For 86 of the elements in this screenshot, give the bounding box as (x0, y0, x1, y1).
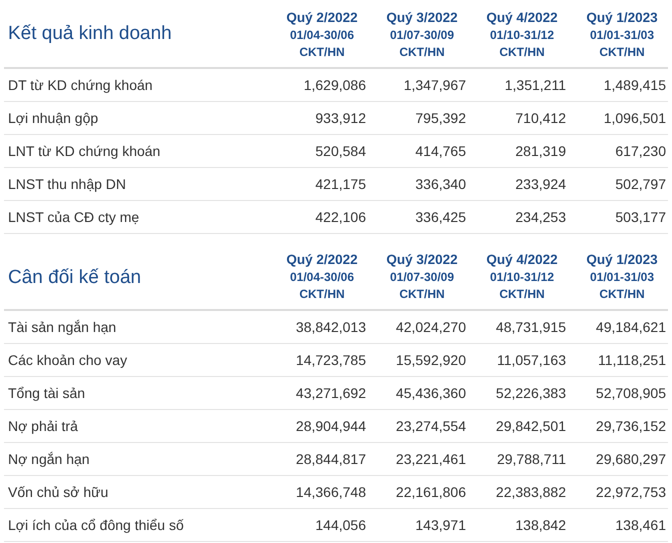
table-cell: 520,584 (268, 135, 368, 168)
table-cell: 52,708,905 (568, 377, 668, 410)
report-basis: CKT/HN (399, 286, 445, 303)
row-label: LNT từ KD chứng khoán (4, 135, 268, 168)
table-cell: 29,842,501 (468, 410, 568, 443)
table-cell: 22,161,806 (368, 476, 468, 509)
row-label: Các khoản cho vay (4, 344, 268, 377)
column-header: Quý 3/2022 (386, 251, 458, 269)
table-cell: 336,425 (368, 201, 468, 234)
report-basis: CKT/HN (399, 44, 445, 61)
table-cell: 48,731,915 (468, 311, 568, 344)
report-basis: CKT/HN (499, 286, 545, 303)
table-cell: 233,924 (468, 168, 568, 201)
row-label: LNST của CĐ cty mẹ (4, 201, 268, 234)
row-label: Tài sản ngắn hạn (4, 311, 268, 344)
table-cell: 422,106 (268, 201, 368, 234)
table-cell: 933,912 (268, 102, 368, 135)
date-range: 01/07-30/09 (390, 269, 454, 286)
table-cell: 138,842 (468, 509, 568, 542)
date-range: 01/07-30/09 (390, 27, 454, 44)
table-cell: 11,057,163 (468, 344, 568, 377)
column-header: Quý 3/2022 (386, 9, 458, 27)
report-basis: CKT/HN (299, 44, 345, 61)
table-cell: 42,024,270 (368, 311, 468, 344)
report-basis: CKT/HN (499, 44, 545, 61)
row-label: Vốn chủ sở hữu (4, 476, 268, 509)
row-label: Lợi ích của cổ đông thiểu số (4, 509, 268, 542)
table-cell: 710,412 (468, 102, 568, 135)
row-label: Lợi nhuận gộp (4, 102, 268, 135)
table-cell: 503,177 (568, 201, 668, 234)
date-range: 01/01-31/03 (590, 27, 654, 44)
table-cell: 1,347,967 (368, 69, 468, 102)
table-cell: 138,461 (568, 509, 668, 542)
column-header: Quý 2/2022 (286, 9, 358, 27)
table-cell: 28,904,944 (268, 410, 368, 443)
table-cell: 281,319 (468, 135, 568, 168)
table-cell: 617,230 (568, 135, 668, 168)
table-cell: 15,592,920 (368, 344, 468, 377)
table-cell: 336,340 (368, 168, 468, 201)
column-header: Quý 4/2022 (486, 251, 558, 269)
row-label: Tổng tài sản (4, 377, 268, 410)
row-label: Nợ ngắn hạn (4, 443, 268, 476)
report-basis: CKT/HN (599, 44, 645, 61)
date-range: 01/04-30/06 (290, 269, 354, 286)
table-cell: 43,271,692 (268, 377, 368, 410)
date-range: 01/01-31/03 (590, 269, 654, 286)
table-cell: 45,436,360 (368, 377, 468, 410)
table-cell: 38,842,013 (268, 311, 368, 344)
date-range: 01/04-30/06 (290, 27, 354, 44)
table-cell: 23,274,554 (368, 410, 468, 443)
column-header: Quý 1/2023 (586, 9, 658, 27)
table-cell: 414,765 (368, 135, 468, 168)
table-cell: 22,972,753 (568, 476, 668, 509)
table-cell: 1,351,211 (468, 69, 568, 102)
column-header: Quý 2/2022 (286, 251, 358, 269)
table-cell: 795,392 (368, 102, 468, 135)
section-title: Kết quả kinh doanh (7, 22, 172, 44)
table-cell: 23,221,461 (368, 443, 468, 476)
table-cell: 22,383,882 (468, 476, 568, 509)
table-cell: 28,844,817 (268, 443, 368, 476)
table-cell: 29,680,297 (568, 443, 668, 476)
table-cell: 52,226,383 (468, 377, 568, 410)
report-basis: CKT/HN (299, 286, 345, 303)
table-cell: 29,736,152 (568, 410, 668, 443)
report-basis: CKT/HN (599, 286, 645, 303)
table-cell: 14,723,785 (268, 344, 368, 377)
row-label: DT từ KD chứng khoán (4, 69, 268, 102)
table-cell: 14,366,748 (268, 476, 368, 509)
column-header: Quý 4/2022 (486, 9, 558, 27)
table-cell: 502,797 (568, 168, 668, 201)
table-cell: 1,096,501 (568, 102, 668, 135)
table-cell: 421,175 (268, 168, 368, 201)
table-cell: 11,118,251 (568, 344, 668, 377)
table-cell: 29,788,711 (468, 443, 568, 476)
date-range: 01/10-31/12 (490, 27, 554, 44)
table-cell: 144,056 (268, 509, 368, 542)
column-header: Quý 1/2023 (586, 251, 658, 269)
row-label: LNST thu nhập DN (4, 168, 268, 201)
table-cell: 234,253 (468, 201, 568, 234)
table-cell: 1,629,086 (268, 69, 368, 102)
section-title: Cân đối kế toán (7, 266, 142, 288)
table-cell: 143,971 (368, 509, 468, 542)
date-range: 01/10-31/12 (490, 269, 554, 286)
table-cell: 1,489,415 (568, 69, 668, 102)
row-label: Nợ phải trả (4, 410, 268, 443)
table-cell: 49,184,621 (568, 311, 668, 344)
